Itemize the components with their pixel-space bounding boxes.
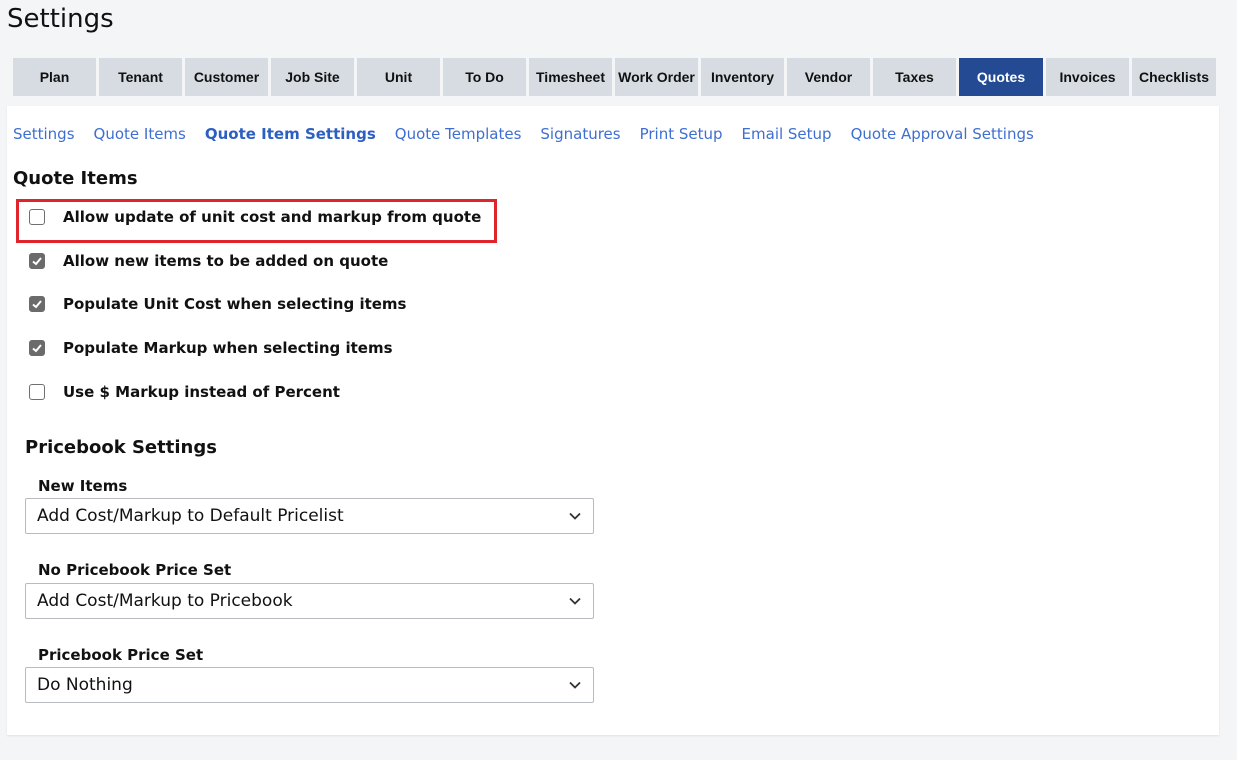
select-value: Add Cost/Markup to Default Pricelist — [37, 506, 344, 526]
tab-invoices[interactable]: Invoices — [1046, 58, 1129, 96]
checkbox-populate-unit-cost[interactable] — [29, 296, 45, 312]
subnav-signatures[interactable]: Signatures — [540, 125, 620, 143]
tab-job-site[interactable]: Job Site — [271, 58, 354, 96]
tab-work-order[interactable]: Work Order — [615, 58, 698, 96]
pricebook-price-set-label: Pricebook Price Set — [38, 646, 204, 664]
subnav-quote-items[interactable]: Quote Items — [94, 125, 186, 143]
no-pricebook-price-set-select[interactable]: Add Cost/Markup to Pricebook — [25, 583, 594, 619]
option-allow-update-unit-cost[interactable]: Allow update of unit cost and markup fro… — [29, 208, 481, 226]
select-value: Add Cost/Markup to Pricebook — [37, 591, 293, 611]
option-allow-new-items[interactable]: Allow new items to be added on quote — [29, 252, 388, 270]
chevron-down-icon — [569, 597, 581, 605]
option-label: Allow new items to be added on quote — [63, 252, 389, 270]
option-populate-markup[interactable]: Populate Markup when selecting items — [29, 339, 393, 357]
tab-plan[interactable]: Plan — [13, 58, 96, 96]
check-icon — [32, 257, 42, 266]
option-dollar-markup[interactable]: Use $ Markup instead of Percent — [29, 383, 340, 401]
tab-tenant[interactable]: Tenant — [99, 58, 182, 96]
option-label: Populate Unit Cost when selecting items — [63, 295, 407, 313]
chevron-down-icon — [569, 512, 581, 520]
option-label: Populate Markup when selecting items — [63, 339, 393, 357]
tab-quotes[interactable]: Quotes — [959, 58, 1043, 96]
checkbox-dollar-markup[interactable] — [29, 384, 45, 400]
chevron-down-icon — [569, 681, 581, 689]
checkbox-populate-markup[interactable] — [29, 340, 45, 356]
option-label: Use $ Markup instead of Percent — [63, 383, 340, 401]
tab-vendor[interactable]: Vendor — [787, 58, 870, 96]
tab-to-do[interactable]: To Do — [443, 58, 526, 96]
check-icon — [32, 300, 42, 309]
checkbox-allow-update-unit-cost[interactable] — [29, 209, 45, 225]
page-title: Settings — [7, 4, 114, 34]
tab-unit[interactable]: Unit — [357, 58, 440, 96]
subnav-settings[interactable]: Settings — [13, 125, 75, 143]
checkbox-allow-new-items[interactable] — [29, 253, 45, 269]
subnav-quote-item-settings[interactable]: Quote Item Settings — [205, 125, 376, 143]
main-tabs: Plan Tenant Customer Job Site Unit To Do… — [13, 58, 1216, 96]
tab-timesheet[interactable]: Timesheet — [529, 58, 612, 96]
tab-taxes[interactable]: Taxes — [873, 58, 956, 96]
option-label: Allow update of unit cost and markup fro… — [63, 208, 482, 226]
tab-inventory[interactable]: Inventory — [701, 58, 784, 96]
pricebook-settings-heading: Pricebook Settings — [25, 437, 217, 458]
subnav-quote-approval-settings[interactable]: Quote Approval Settings — [851, 125, 1034, 143]
check-icon — [32, 344, 42, 353]
option-populate-unit-cost[interactable]: Populate Unit Cost when selecting items — [29, 295, 406, 313]
settings-panel: Settings Quote Items Quote Item Settings… — [7, 106, 1219, 735]
pricebook-price-set-select[interactable]: Do Nothing — [25, 667, 594, 703]
subnav-print-setup[interactable]: Print Setup — [640, 125, 723, 143]
no-pricebook-price-set-label: No Pricebook Price Set — [38, 561, 232, 579]
tab-checklists[interactable]: Checklists — [1132, 58, 1216, 96]
new-items-select[interactable]: Add Cost/Markup to Default Pricelist — [25, 498, 594, 534]
subnav-email-setup[interactable]: Email Setup — [742, 125, 832, 143]
quote-subnav: Settings Quote Items Quote Item Settings… — [13, 125, 1034, 143]
quote-items-heading: Quote Items — [13, 168, 138, 189]
new-items-label: New Items — [38, 477, 128, 495]
subnav-quote-templates[interactable]: Quote Templates — [395, 125, 522, 143]
tab-customer[interactable]: Customer — [185, 58, 268, 96]
select-value: Do Nothing — [37, 675, 133, 695]
